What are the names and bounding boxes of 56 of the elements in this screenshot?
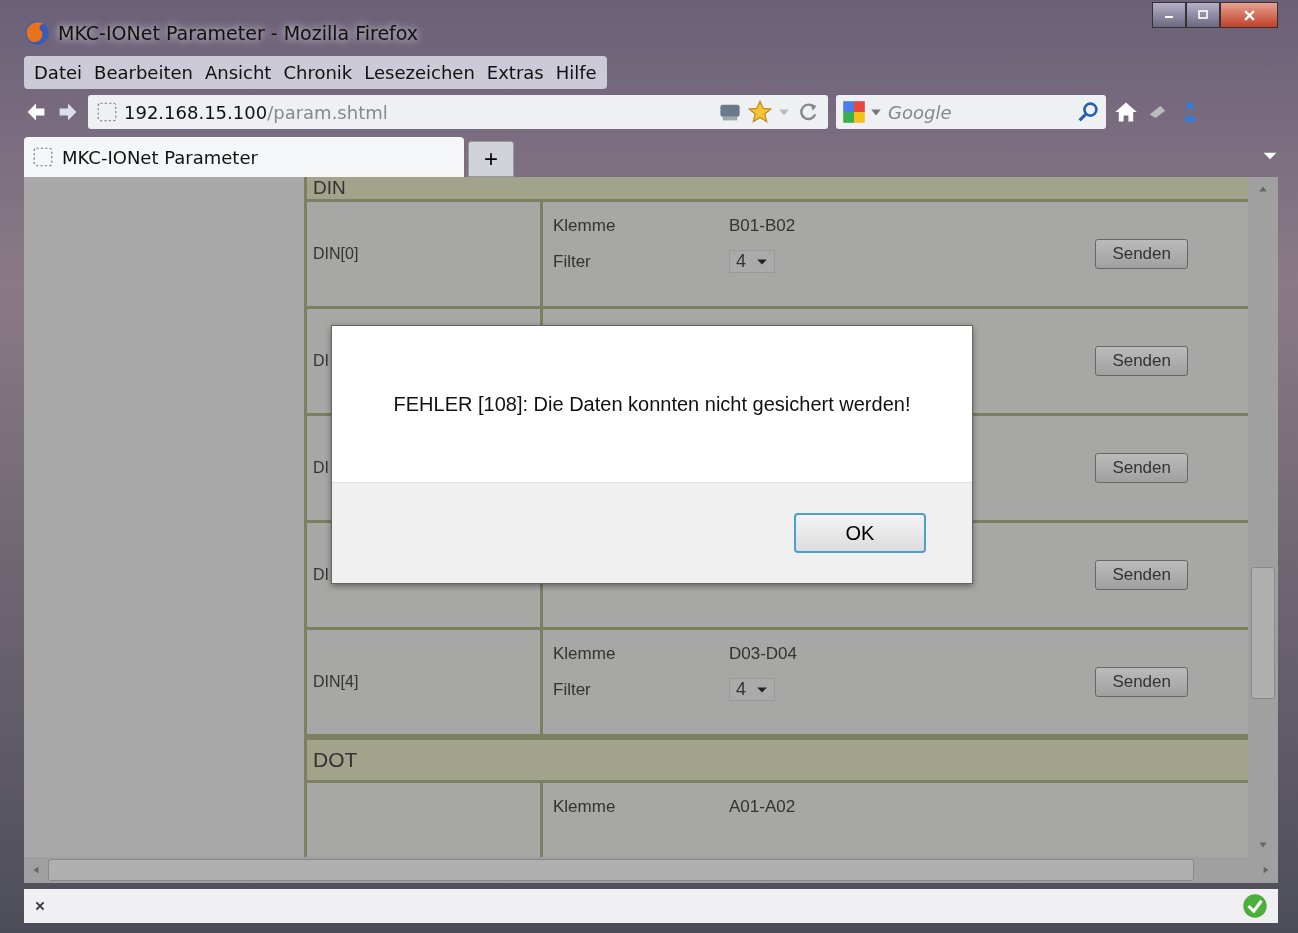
channel-label: DIN[0]: [313, 245, 359, 263]
maximize-button[interactable]: [1186, 2, 1220, 28]
star-icon[interactable]: [748, 100, 772, 124]
menu-item[interactable]: Extras: [482, 60, 548, 85]
window-title: MKC-IONet Parameter - Mozilla Firefox: [58, 22, 419, 44]
channel-label: DI: [313, 352, 329, 370]
new-tab-button[interactable]: +: [468, 141, 514, 177]
field-value: A01-A02: [729, 797, 796, 817]
menu-item[interactable]: Lesezeichen: [360, 60, 479, 85]
home-icon[interactable]: [1114, 100, 1138, 124]
section-header: DOT: [307, 737, 1248, 783]
search-engine-icon[interactable]: [842, 100, 866, 124]
channel-label: DI: [313, 459, 329, 477]
url-text: 192.168.15.100/param.shtml: [124, 101, 388, 123]
page-icon: [32, 146, 54, 168]
checkmark-icon: [1242, 893, 1268, 919]
send-button[interactable]: Senden: [1095, 667, 1188, 697]
menu-item[interactable]: Datei: [30, 60, 87, 85]
channel-label: DIN[4]: [313, 673, 359, 691]
search-field[interactable]: Google: [836, 95, 1106, 129]
field-label: Filter: [553, 679, 592, 700]
send-button[interactable]: Senden: [1095, 346, 1188, 376]
menu-item[interactable]: Ansicht: [200, 60, 276, 85]
menu-item[interactable]: Chronik: [279, 60, 357, 85]
filter-dropdown[interactable]: 4: [729, 678, 775, 701]
close-icon: [1243, 9, 1255, 21]
error-message: FEHLER [108]: Die Daten konnten nicht gesichert werden!: [393, 392, 911, 416]
address-bar[interactable]: 192.168.15.100/param.shtml: [88, 95, 828, 129]
send-button[interactable]: Senden: [1095, 453, 1188, 483]
close-button[interactable]: [1220, 2, 1278, 28]
search-icon[interactable]: [1076, 100, 1100, 124]
maximize-icon: [1198, 10, 1208, 20]
scroll-thumb[interactable]: [48, 859, 1194, 881]
field-label: Filter: [553, 251, 592, 272]
page-icon: [96, 101, 118, 123]
ok-button[interactable]: OK: [794, 513, 926, 553]
send-button[interactable]: Senden: [1095, 239, 1188, 269]
browser-logo-icon: [24, 20, 50, 46]
close-icon[interactable]: [34, 900, 46, 912]
field-label: Klemme: [553, 797, 617, 817]
browser-tab[interactable]: MKC-IONet Parameter: [24, 137, 464, 177]
search-input[interactable]: Google: [886, 100, 1072, 124]
menu-item[interactable]: Hilfe: [551, 60, 601, 85]
send-button[interactable]: Senden: [1095, 560, 1188, 590]
field-value: D03-D04: [729, 644, 798, 664]
field-value: B01-B02: [729, 216, 796, 236]
section-header: DIN: [307, 177, 1248, 202]
field-label: Klemme: [553, 644, 617, 664]
menu-item[interactable]: Bearbeiten: [90, 60, 197, 85]
field-label: Klemme: [553, 216, 617, 236]
horizontal-scrollbar[interactable]: [24, 857, 1278, 883]
filter-dropdown[interactable]: 4: [729, 250, 775, 273]
scroll-thumb[interactable]: [1251, 567, 1275, 699]
vertical-scrollbar[interactable]: [1248, 177, 1278, 857]
minimize-button[interactable]: [1152, 2, 1186, 28]
channel-label: DI: [313, 566, 329, 584]
